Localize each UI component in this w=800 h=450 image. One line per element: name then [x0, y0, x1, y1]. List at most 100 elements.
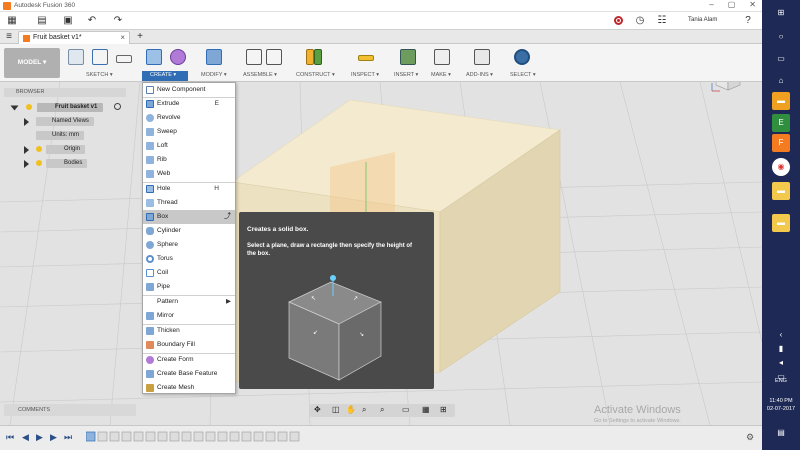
zoom-icon[interactable]: ⌕: [362, 405, 366, 415]
press-pull-icon[interactable]: [206, 49, 222, 65]
minimize-button[interactable]: –: [709, 0, 713, 9]
menu-item-pattern[interactable]: Pattern ▶: [143, 295, 235, 309]
menu-item-create-mesh[interactable]: Create Mesh: [143, 381, 235, 395]
rectangle-icon[interactable]: [116, 55, 132, 63]
assemble-group[interactable]: ASSEMBLE ▾: [242, 47, 292, 81]
new-component-icon[interactable]: [246, 49, 262, 65]
expand-bodies-icon[interactable]: [24, 160, 29, 168]
expand-named-views-icon[interactable]: [24, 118, 29, 126]
create-menu-button[interactable]: CREATE ▾: [142, 71, 188, 81]
modify-group[interactable]: MODIFY ▾: [198, 47, 238, 81]
bodies-bulb-icon[interactable]: [36, 160, 42, 166]
make-group[interactable]: MAKE ▾: [428, 47, 458, 81]
close-button[interactable]: ✕: [749, 0, 756, 9]
sketch-group[interactable]: SKETCH ▾: [64, 47, 140, 81]
browser-item-bodies[interactable]: Bodies: [46, 158, 88, 168]
folder-icon[interactable]: ▬: [772, 214, 790, 232]
insert-group[interactable]: INSERT ▾: [392, 47, 426, 81]
orbit-icon[interactable]: ✥: [314, 405, 321, 414]
menu-item-create-base-feature[interactable]: Create Base Feature: [143, 367, 235, 381]
options-arrow-icon[interactable]: ⤴: [224, 210, 231, 224]
joint-icon[interactable]: [266, 49, 282, 65]
menu-item-web[interactable]: Web: [143, 167, 235, 181]
menu-item-thread[interactable]: Thread: [143, 196, 235, 210]
menu-item-box[interactable]: Box ⤴: [143, 210, 235, 224]
timeline-features[interactable]: [85, 431, 306, 443]
browser-item-origin[interactable]: Origin: [46, 144, 86, 154]
new-tab-icon[interactable]: +: [134, 31, 146, 43]
grid-settings-icon[interactable]: ▦: [422, 405, 430, 414]
clock-date[interactable]: 02-07-2017: [764, 406, 798, 412]
menu-item-coil[interactable]: Coil: [143, 266, 235, 280]
offset-plane-icon[interactable]: [306, 49, 314, 65]
step-back-icon[interactable]: ◀: [22, 432, 29, 443]
document-tab[interactable]: Fruit basket v1* ×: [18, 31, 130, 44]
menu-item-hole[interactable]: Hole H: [143, 182, 235, 196]
inspect-group[interactable]: INSPECT ▾: [348, 47, 386, 81]
help-icon[interactable]: ?: [742, 15, 754, 27]
menu-hamburger-icon[interactable]: ≡: [3, 31, 15, 43]
scripts-icon[interactable]: [474, 49, 490, 65]
chrome-icon[interactable]: ◉: [772, 158, 790, 176]
select-cursor-icon[interactable]: [514, 49, 530, 65]
sketch-icon[interactable]: [68, 49, 84, 65]
stop-sketch-icon[interactable]: [92, 49, 108, 65]
browser-item-named-views[interactable]: Named Views: [36, 116, 94, 126]
comments-panel[interactable]: COMMENTS: [4, 404, 136, 416]
windows-start-icon[interactable]: ⊞: [772, 4, 790, 22]
file-explorer-icon[interactable]: ▬: [772, 92, 790, 110]
workspace-switcher[interactable]: MODEL ▾: [4, 48, 60, 78]
menu-item-mirror[interactable]: Mirror: [143, 309, 235, 323]
expand-origin-icon[interactable]: [24, 146, 29, 154]
app-icon[interactable]: E: [772, 114, 790, 132]
job-status-icon[interactable]: [614, 16, 623, 25]
pan-icon[interactable]: ✋: [346, 405, 356, 414]
go-to-start-icon[interactable]: ⏮: [6, 432, 14, 443]
redo-icon[interactable]: ↷: [112, 15, 124, 27]
undo-icon[interactable]: ↶: [86, 15, 98, 27]
user-name[interactable]: Tania Alam: [688, 17, 717, 23]
construct-group[interactable]: CONSTRUCT ▾: [294, 47, 340, 81]
notifications-icon[interactable]: ☷: [656, 15, 668, 27]
file-menu-icon[interactable]: ▤: [36, 15, 48, 27]
action-center-icon[interactable]: ▤: [772, 424, 790, 442]
language-indicator[interactable]: ENG: [764, 378, 798, 384]
store-icon[interactable]: ⌂: [772, 72, 790, 90]
menu-item-loft[interactable]: Loft: [143, 139, 235, 153]
origin-bulb-icon[interactable]: [36, 146, 42, 152]
look-at-icon[interactable]: ◫: [332, 405, 340, 414]
menu-item-sweep[interactable]: Sweep: [143, 125, 235, 139]
viewports-icon[interactable]: ⊞: [440, 405, 447, 414]
browser-header[interactable]: BROWSER: [4, 88, 126, 97]
menu-item-create-form[interactable]: Create Form: [143, 353, 235, 367]
menu-item-cylinder[interactable]: Cylinder: [143, 224, 235, 238]
select-group[interactable]: SELECT ▾: [508, 47, 542, 81]
measure-icon[interactable]: [358, 55, 374, 61]
close-tab-icon[interactable]: ×: [120, 33, 125, 42]
insert-image-icon[interactable]: [400, 49, 416, 65]
step-forward-icon[interactable]: ▶: [50, 432, 57, 443]
form-sphere-icon[interactable]: [170, 49, 186, 65]
add-ins-group[interactable]: ADD-INS ▾: [464, 47, 504, 81]
browser-root[interactable]: Fruit basket v1: [37, 102, 104, 112]
play-icon[interactable]: ▶: [36, 432, 43, 443]
menu-item-rib[interactable]: Rib: [143, 153, 235, 167]
activate-radio-icon[interactable]: [114, 103, 121, 110]
go-to-end-icon[interactable]: ⏭: [64, 432, 72, 443]
folder-icon[interactable]: ▬: [772, 182, 790, 200]
clock-time[interactable]: 11:40 PM: [764, 398, 798, 404]
view-cube[interactable]: [708, 82, 748, 96]
menu-item-sphere[interactable]: Sphere: [143, 238, 235, 252]
clock-icon[interactable]: ◷: [634, 15, 646, 27]
box-solid-icon[interactable]: [146, 49, 162, 65]
3d-print-icon[interactable]: [434, 49, 450, 65]
display-settings-icon[interactable]: ▭: [402, 405, 410, 414]
fusion-taskbar-icon[interactable]: F: [772, 134, 790, 152]
visibility-bulb-icon[interactable]: [26, 104, 32, 110]
browser-item-units[interactable]: Units: mm: [36, 130, 84, 140]
menu-item-boundary-fill[interactable]: Boundary Fill: [143, 338, 235, 352]
menu-item-revolve[interactable]: Revolve: [143, 111, 235, 125]
task-view-icon[interactable]: ▭: [772, 50, 790, 68]
data-panel-grid-icon[interactable]: ▦: [6, 15, 18, 27]
menu-item-new-component[interactable]: New Component: [143, 83, 235, 97]
